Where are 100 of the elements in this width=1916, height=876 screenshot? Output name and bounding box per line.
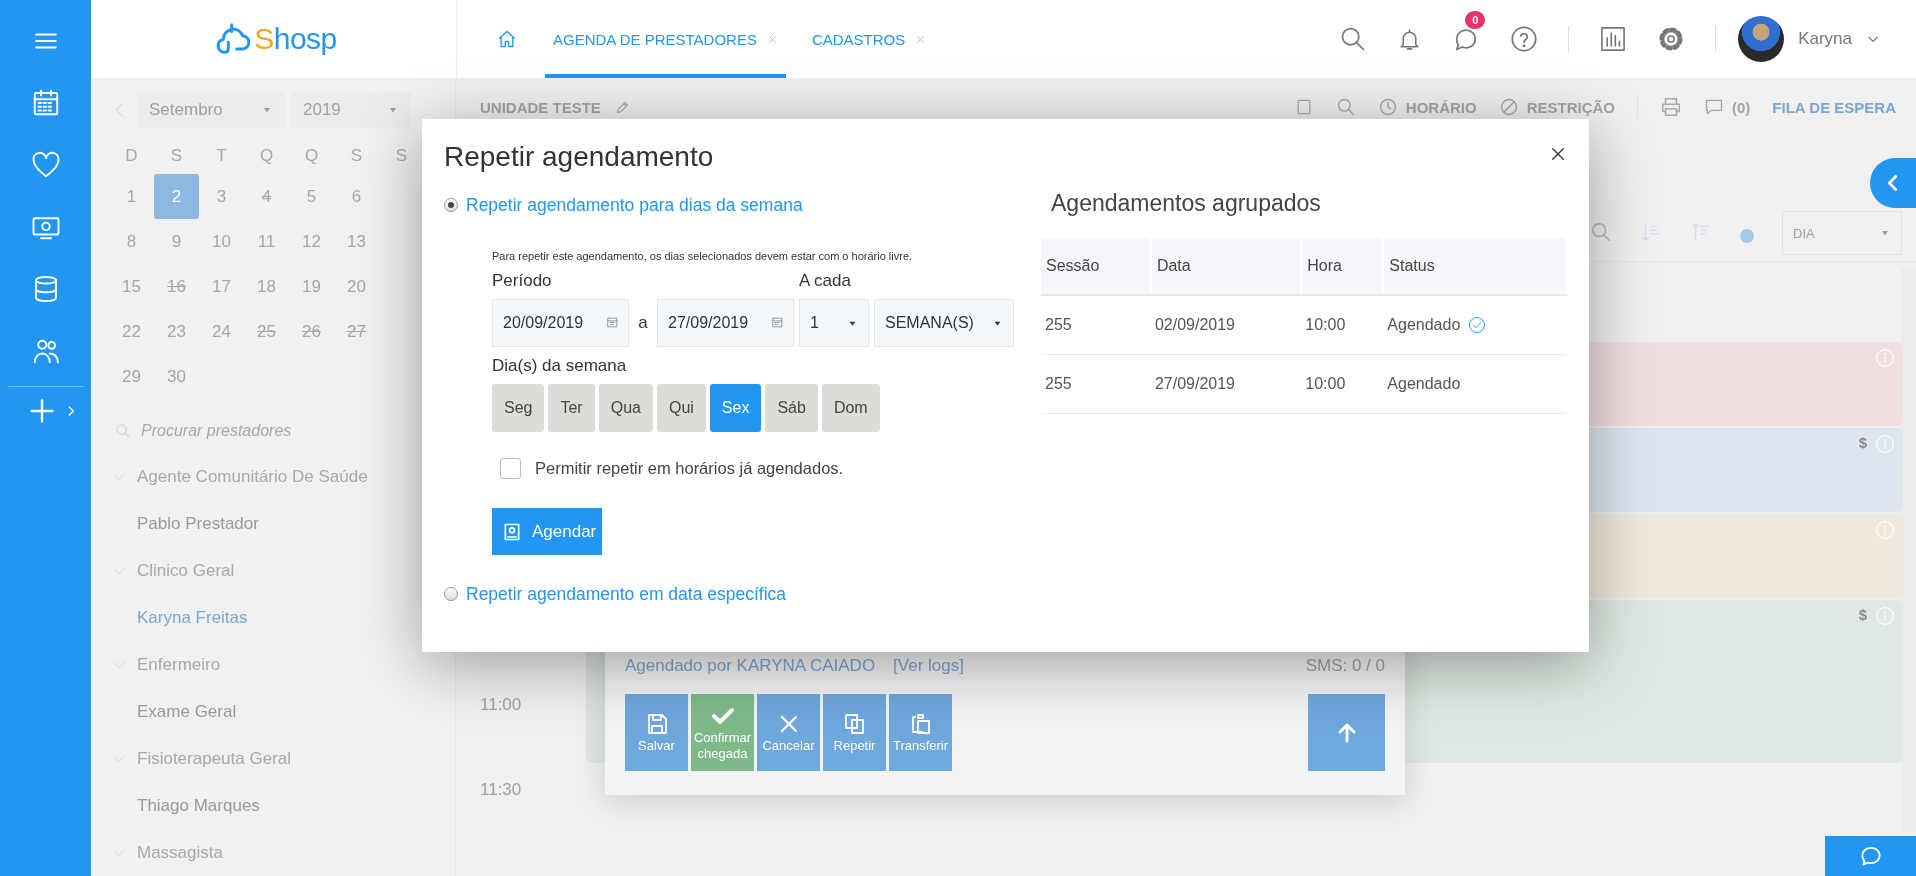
calendar-day[interactable]: 25 xyxy=(244,309,289,354)
field-label: Período xyxy=(492,271,553,291)
printer-icon[interactable] xyxy=(1660,96,1682,118)
weekday-button[interactable]: Ter xyxy=(548,384,595,432)
checkbox-label: Permitir repetir em horários já agendados. xyxy=(535,459,844,478)
date-field[interactable]: 27/09/2019 xyxy=(657,299,794,347)
logs-link[interactable]: [Ver logs] xyxy=(893,656,964,676)
scroll-top-button[interactable] xyxy=(1308,694,1385,771)
time-label: 11:00 xyxy=(479,695,523,716)
waitlist-link[interactable]: FILA DE ESPERA xyxy=(1772,98,1896,116)
tree-group[interactable]: Enfermeiro xyxy=(137,654,221,675)
tree-item[interactable]: Pablo Prestador xyxy=(137,513,259,534)
weekday-button[interactable]: Seg xyxy=(492,384,545,432)
calendar-day[interactable]: 5 xyxy=(289,174,334,219)
calendar-day[interactable]: 3 xyxy=(199,174,244,219)
calendar-day[interactable]: 10 xyxy=(199,219,244,264)
price-mark: $ xyxy=(1858,606,1867,623)
tree-item[interactable]: Thiago Marques xyxy=(137,795,260,816)
search-icon[interactable] xyxy=(1590,221,1612,243)
comment-icon[interactable] xyxy=(1704,97,1724,117)
tree-group[interactable]: Massagista xyxy=(137,842,223,863)
calendar-day[interactable]: 2 xyxy=(154,174,199,219)
calendar-day[interactable]: 26 xyxy=(289,309,334,354)
radio-button[interactable] xyxy=(444,198,458,212)
calendar-day[interactable]: 27 xyxy=(334,309,379,354)
unit-select[interactable]: SEMANA(S) xyxy=(874,299,1014,347)
calendar-day[interactable]: 8 xyxy=(109,219,154,264)
tree-item[interactable]: Exame Geral xyxy=(137,701,237,722)
clock-icon[interactable] xyxy=(1377,97,1398,117)
calendar-day[interactable]: 17 xyxy=(199,264,244,309)
info-icon[interactable] xyxy=(1875,520,1895,540)
info-icon[interactable] xyxy=(1875,434,1895,454)
calendar-day[interactable]: 6 xyxy=(334,174,379,219)
calendar-day[interactable]: 22 xyxy=(109,309,154,354)
calendar-day[interactable]: 29 xyxy=(109,354,154,399)
weekday-button[interactable]: Qua xyxy=(598,384,653,432)
column-header: Status xyxy=(1383,238,1566,295)
chart-icon[interactable] xyxy=(1599,25,1628,53)
cancel-button[interactable]: Cancelar xyxy=(757,694,820,771)
toolbar-label[interactable]: RESTRIÇÃO xyxy=(1526,98,1615,116)
toolbar-label[interactable]: (0) xyxy=(1732,98,1751,116)
calendar-day[interactable]: 11 xyxy=(244,219,289,264)
checkbox[interactable] xyxy=(500,458,521,479)
calendar-day[interactable]: 16 xyxy=(154,264,199,309)
tree-group[interactable]: Agente Comunitário De Saúde xyxy=(137,466,368,487)
repeat-button[interactable]: Repetir xyxy=(823,694,886,771)
save-button[interactable]: Salvar xyxy=(625,694,688,771)
option-label[interactable]: Repetir agendamento para dias da semana xyxy=(466,194,803,216)
option-label[interactable]: Repetir agendamento em data específica xyxy=(466,583,787,605)
radio-button[interactable] xyxy=(444,587,458,601)
tree-group[interactable]: Fisioterapeuta Geral xyxy=(137,748,292,769)
help-icon[interactable] xyxy=(1510,25,1539,53)
interval-select[interactable]: 1 xyxy=(799,299,869,347)
calendar-day[interactable]: 4 xyxy=(244,174,289,219)
date-field[interactable]: 20/09/2019 xyxy=(492,299,629,347)
calendar-icon[interactable] xyxy=(606,316,619,329)
weekday-button[interactable]: Sáb xyxy=(765,384,818,432)
tab[interactable]: CADASTROS xyxy=(803,0,935,78)
year-select[interactable]: 2019 xyxy=(291,92,411,128)
calendar-icon[interactable] xyxy=(771,316,784,329)
calendar-day[interactable]: 18 xyxy=(244,264,289,309)
info-icon[interactable] xyxy=(1875,348,1895,368)
home-icon[interactable] xyxy=(497,29,517,49)
month-select[interactable]: Setembro xyxy=(137,92,285,128)
close-icon[interactable] xyxy=(1549,145,1567,163)
calendar-day[interactable]: 15 xyxy=(109,264,154,309)
weekday-button[interactable]: Sex xyxy=(709,384,762,432)
transfer-button[interactable]: Transferir xyxy=(889,694,952,771)
weekday-button[interactable]: Dom xyxy=(821,384,880,432)
toolbar-label[interactable]: HORÁRIO xyxy=(1405,98,1477,116)
avatar[interactable] xyxy=(1738,16,1785,62)
plus-icon[interactable] xyxy=(27,397,56,425)
calendar-day[interactable]: 23 xyxy=(154,309,199,354)
weekday-button[interactable]: Qui xyxy=(656,384,706,432)
calendar-day[interactable]: 1 xyxy=(109,174,154,219)
table-cell: 255 xyxy=(1041,295,1151,355)
calendar-day[interactable]: 13 xyxy=(334,219,379,264)
tree-group[interactable]: Clinico Geral xyxy=(137,560,235,581)
search-icon[interactable] xyxy=(1335,97,1356,117)
calendar-day[interactable]: 9 xyxy=(154,219,199,264)
calendar-day[interactable]: 12 xyxy=(289,219,334,264)
heart-icon[interactable] xyxy=(30,150,61,180)
column-header: Hora xyxy=(1301,238,1384,295)
collapse-tab[interactable] xyxy=(1870,158,1916,208)
tree-item[interactable]: Karyna Freitas xyxy=(137,607,248,628)
pencil-icon[interactable] xyxy=(614,99,630,115)
sort-descending-icon[interactable] xyxy=(1690,221,1712,243)
info-icon[interactable] xyxy=(1875,606,1895,626)
calendar-day[interactable]: 24 xyxy=(199,309,244,354)
sort-ascending-icon[interactable] xyxy=(1640,221,1662,243)
search-field[interactable]: Procurar prestadores xyxy=(139,421,393,441)
confirm-button[interactable]: Confirmar chegada xyxy=(691,694,754,771)
user-name[interactable]: Karyna xyxy=(1798,29,1852,49)
schedule-button[interactable]: Agendar xyxy=(492,508,603,555)
restriction-icon[interactable] xyxy=(1498,97,1519,117)
calendar-day[interactable]: 20 xyxy=(334,264,379,309)
chat-button[interactable] xyxy=(1825,836,1916,876)
calendar-day[interactable]: 30 xyxy=(154,354,199,399)
view-select[interactable]: DIA xyxy=(1782,211,1902,255)
calendar-day[interactable]: 19 xyxy=(289,264,334,309)
